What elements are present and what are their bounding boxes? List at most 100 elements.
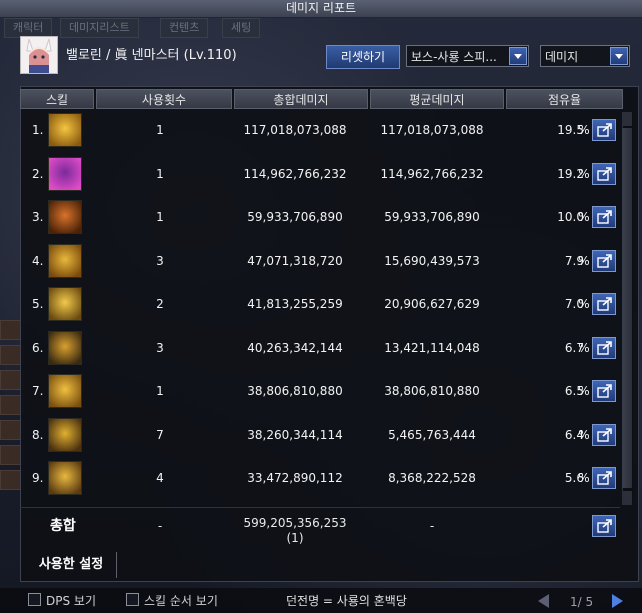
page-indicator: 1/ 5 (570, 595, 594, 609)
bg-tab-4: 세팅 (222, 18, 261, 38)
page-next-icon[interactable] (612, 594, 623, 608)
skill-icon-figure-glow (48, 287, 82, 321)
row-avg-damage: 59,933,706,890 (384, 210, 480, 224)
share-icon (597, 519, 612, 533)
reset-button[interactable]: 리셋하기 (326, 45, 400, 69)
row-use-count: 1 (156, 384, 164, 398)
share-icon (597, 253, 612, 268)
row-share-percent: % (578, 123, 590, 137)
share-icon (597, 340, 612, 355)
row-use-count: 1 (156, 166, 164, 181)
row-rank: 3. (32, 210, 44, 224)
row-share-percent: % (578, 253, 590, 268)
row-total-damage: 59,933,706,890 (247, 210, 343, 224)
total-damage-value: 599,205,356,253 (243, 516, 347, 530)
character-avatar (20, 36, 58, 74)
share-button[interactable] (592, 119, 616, 141)
share-icon (597, 210, 612, 224)
row-total-damage: 40,263,342,144 (247, 340, 343, 355)
table-row: 1. 1 117,018,073,088 117,018,073,088 19.5% (20, 108, 620, 152)
share-button[interactable] (592, 423, 616, 446)
total-damage-sub: (1) (286, 531, 304, 545)
scrollbar-thumb[interactable] (622, 128, 632, 488)
header-avg-damage[interactable]: 평균데미지 (370, 89, 504, 109)
scroll-down-icon[interactable] (622, 491, 632, 505)
row-rank: 7. (32, 384, 44, 398)
share-icon (597, 297, 612, 311)
share-button[interactable] (592, 467, 616, 489)
scroll-up-icon[interactable] (622, 112, 632, 126)
row-avg-damage: 38,806,810,880 (384, 384, 480, 398)
chevron-down-icon[interactable] (509, 47, 527, 65)
row-avg-damage: 15,690,439,573 (384, 253, 480, 268)
window-title: 데미지 리포트 (0, 0, 642, 18)
skill-icon-fist-yellow (48, 113, 82, 147)
filter-dropdown-value: 보스-사룡 스피... (411, 50, 497, 64)
share-button[interactable] (592, 336, 616, 359)
metric-dropdown[interactable]: 데미지 (540, 45, 630, 67)
table-row: 2. 1 114,962,766,232 114,962,766,232 19.2% (20, 152, 620, 196)
share-button[interactable] (592, 380, 616, 402)
bg-tab-3: 컨텐츠 (160, 18, 209, 38)
table-row: 4. 3 47,071,318,720 15,690,439,573 7.9% (20, 239, 620, 283)
total-avg: - (429, 519, 435, 533)
row-avg-damage: 13,421,114,048 (384, 340, 480, 355)
row-total-damage: 47,071,318,720 (247, 253, 343, 268)
header-total-damage[interactable]: 총합데미지 (234, 89, 368, 109)
row-avg-damage: 8,368,222,528 (388, 471, 476, 485)
total-count: - (157, 519, 163, 533)
chevron-down-icon[interactable] (610, 47, 628, 65)
bg-tab-1: 캐릭터 (4, 18, 53, 38)
row-avg-damage: 114,962,766,232 (380, 166, 484, 181)
skill-icon-purple-burst (48, 156, 82, 191)
row-use-count: 3 (156, 253, 164, 268)
row-use-count: 1 (156, 210, 164, 224)
row-use-count: 1 (156, 123, 164, 137)
row-total-damage: 41,813,255,259 (247, 297, 343, 311)
table-row: 8. 7 38,260,344,114 5,465,763,444 6.4% (20, 413, 620, 457)
header-share[interactable]: 점유율 (506, 89, 623, 109)
page-prev-icon[interactable] (538, 594, 549, 608)
row-use-count: 3 (156, 340, 164, 355)
row-total-damage: 38,260,344,114 (247, 427, 343, 442)
share-button[interactable] (592, 515, 616, 537)
filter-dropdown[interactable]: 보스-사룡 스피... (406, 45, 529, 67)
row-rank: 5. (32, 297, 44, 311)
tab-used-settings[interactable]: 사용한 설정 (26, 552, 117, 578)
row-share-percent: % (578, 210, 590, 224)
skill-icon-dash-yellow (48, 374, 82, 408)
skill-icon-tiger-roar (48, 461, 82, 495)
row-rank: 1. (32, 123, 44, 137)
dungeon-name: 던전명 = 사룡의 혼백당 (286, 594, 407, 608)
share-button[interactable] (592, 293, 616, 315)
row-share-percent: % (578, 297, 590, 311)
row-share-percent: % (578, 384, 590, 398)
row-total-damage: 38,806,810,880 (247, 384, 343, 398)
row-use-count: 7 (156, 427, 164, 442)
row-avg-damage: 5,465,763,444 (388, 427, 476, 442)
table-header: 스킬 사용횟수 총합데미지 평균데미지 점유율 (20, 89, 625, 109)
share-button[interactable] (592, 206, 616, 228)
total-row: 총합 - 599,205,356,253 (1) - (20, 507, 620, 552)
row-use-count: 4 (156, 471, 164, 485)
skill-icon-tiger-face (48, 243, 82, 278)
share-button[interactable] (592, 249, 616, 272)
dps-checkbox[interactable] (28, 593, 41, 606)
character-name: 밸로린 / 眞 넨마스터 (Lv.110) (66, 48, 237, 63)
share-button[interactable] (592, 162, 616, 185)
header-skill[interactable]: 스킬 (20, 89, 94, 109)
header-use-count[interactable]: 사용횟수 (96, 89, 232, 109)
total-damage: 599,205,356,253 (1) (230, 516, 360, 546)
skill-icon-swirl (48, 330, 82, 365)
share-icon (597, 166, 612, 181)
table-row: 5. 2 41,813,255,259 20,906,627,629 7.0% (20, 282, 620, 326)
skill-order-label: 스킬 순서 보기 (144, 594, 218, 608)
row-rank: 6. (32, 340, 44, 355)
skill-order-checkbox[interactable] (126, 593, 139, 606)
skill-icon-wing-strike (48, 417, 82, 452)
share-icon (597, 427, 612, 442)
bg-tab-2: 데미지리스트 (60, 18, 139, 38)
row-share-percent: % (578, 166, 590, 181)
row-use-count: 2 (156, 297, 164, 311)
table-row: 7. 1 38,806,810,880 38,806,810,880 6.5% (20, 369, 620, 413)
